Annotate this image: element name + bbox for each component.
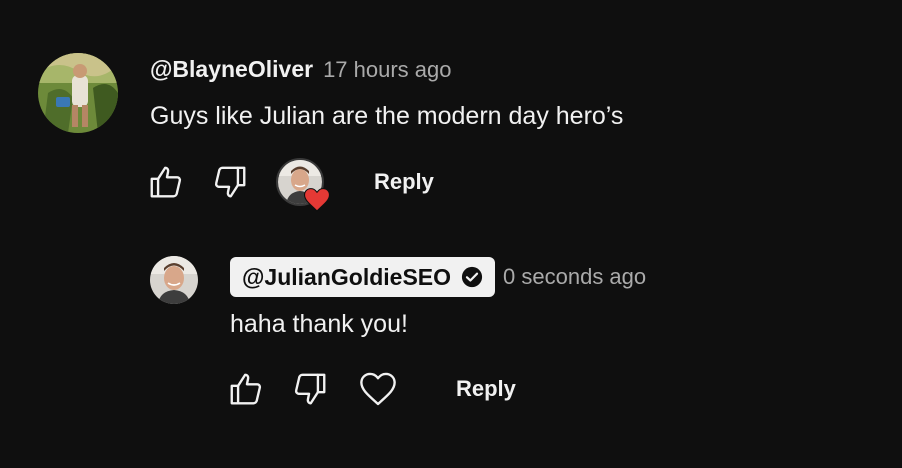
dislike-button[interactable] (210, 158, 250, 206)
reply-reply-button[interactable]: Reply (456, 376, 516, 402)
verified-check-icon (461, 266, 483, 288)
heart-outline-icon (359, 371, 397, 407)
thumbs-up-icon (227, 370, 265, 408)
reply-heart-button[interactable] (358, 366, 398, 412)
reply-like-button[interactable] (226, 366, 266, 412)
comment-header: @BlayneOliver 17 hours ago (150, 56, 452, 83)
channel-owner-chip[interactable]: @JulianGoldieSEO (230, 257, 496, 297)
comment-author[interactable]: @BlayneOliver (150, 56, 313, 83)
like-button[interactable] (146, 158, 186, 206)
thumbs-down-icon (211, 163, 249, 201)
previous-comment-toolbar (146, 0, 366, 2)
reply-action-bar: Reply (226, 366, 516, 412)
reply-button[interactable]: Reply (374, 169, 434, 195)
comments-section: @BlayneOliver 17 hours ago Guys like Jul… (0, 0, 902, 468)
reply-dislike-button[interactable] (290, 366, 330, 412)
reply-text: haha thank you! (230, 310, 408, 338)
reply-header: @JulianGoldieSEO 0 seconds ago (230, 257, 646, 297)
thumbs-up-icon (147, 163, 185, 201)
reply-author: @JulianGoldieSEO (242, 263, 452, 290)
comment-timestamp[interactable]: 17 hours ago (323, 57, 451, 83)
reply-timestamp[interactable]: 0 seconds ago (503, 264, 646, 290)
comment-action-bar: Reply (146, 156, 434, 212)
creator-heart-badge[interactable] (274, 156, 330, 212)
comment-text: Guys like Julian are the modern day hero… (150, 102, 624, 130)
creator-heart-icon (304, 188, 330, 212)
commenter-avatar[interactable] (38, 53, 118, 133)
reply-author-avatar[interactable] (150, 256, 198, 304)
thumbs-down-icon (291, 370, 329, 408)
